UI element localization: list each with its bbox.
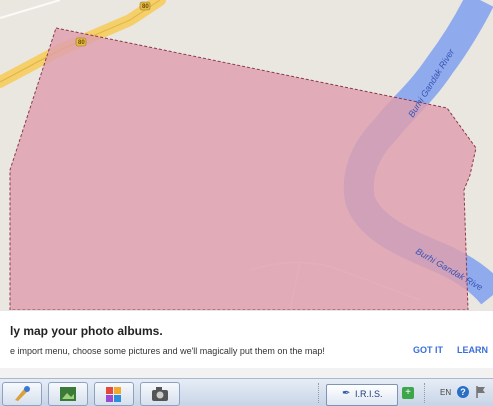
map-view[interactable]: Burhi Gandak River Burhi Gandak Rive 80 … — [0, 0, 493, 310]
taskbar-app-picture[interactable] — [48, 382, 88, 406]
svg-text:80: 80 — [142, 4, 149, 10]
tray-separator — [424, 383, 427, 403]
got-it-button[interactable]: GOT IT — [413, 345, 443, 355]
taskbar-app-paint[interactable] — [2, 382, 42, 406]
taskbar-separator — [318, 383, 321, 403]
banner-text: e import menu, choose some pictures and … — [10, 346, 325, 356]
highway-marker-1: 80 — [75, 37, 87, 47]
svg-text:80: 80 — [78, 40, 85, 46]
iris-icon: ✒ — [342, 388, 351, 399]
taskbar-app-camera[interactable] — [140, 382, 180, 406]
map-canvas[interactable]: Burhi Gandak River Burhi Gandak Rive 80 … — [0, 0, 493, 310]
language-indicator[interactable]: EN — [440, 388, 451, 397]
flag-icon[interactable] — [475, 385, 487, 399]
colorful-app-icon — [106, 387, 121, 402]
camera-icon — [152, 387, 168, 401]
iris-label: I.R.I.S. — [355, 389, 383, 399]
screen: Burhi Gandak River Burhi Gandak Rive 80 … — [0, 0, 493, 406]
taskbar-app-colorful[interactable] — [94, 382, 134, 406]
taskbar: ✒ I.R.I.S. + EN ? — [0, 378, 493, 406]
divider — [0, 368, 493, 378]
learn-more-button[interactable]: LEARN — [457, 345, 488, 355]
paint-icon — [15, 386, 30, 401]
highway-marker-2: 80 — [139, 1, 151, 11]
picture-icon — [60, 387, 76, 401]
tray-status-icon[interactable]: + — [402, 387, 414, 399]
help-icon[interactable]: ? — [457, 386, 469, 398]
banner-title: ly map your photo albums. — [10, 324, 163, 338]
taskbar-app-iris[interactable]: ✒ I.R.I.S. — [326, 384, 398, 406]
photo-import-banner: ly map your photo albums. e import menu,… — [0, 310, 493, 369]
